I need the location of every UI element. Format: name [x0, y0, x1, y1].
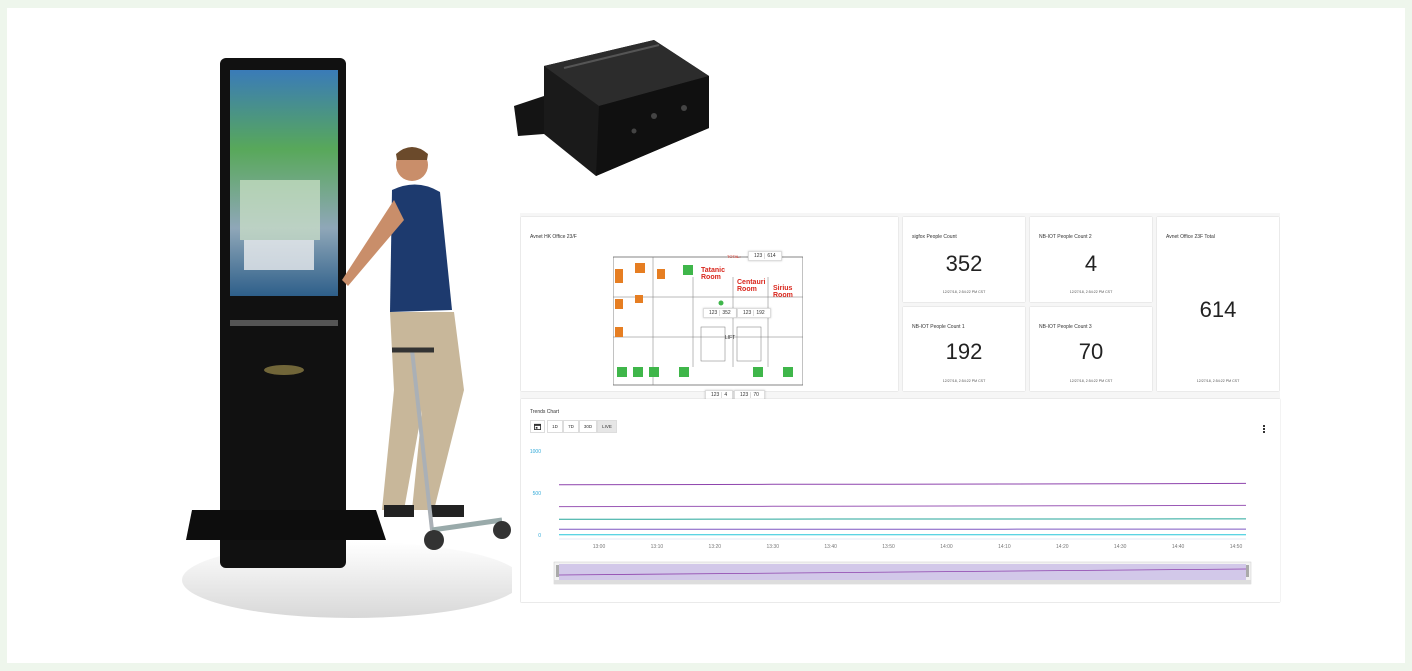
x-tick-label: 13:20 — [709, 544, 722, 550]
x-tick-label: 13:30 — [766, 544, 779, 550]
tile-value: 4 — [1084, 251, 1098, 276]
y-tick-label: 500 — [533, 491, 542, 497]
chip-value: 70 — [750, 392, 761, 398]
sensor-device-photo — [504, 36, 712, 202]
total-count-chip: 123 614 — [748, 251, 782, 261]
series-line-2 — [558, 504, 1247, 508]
range-toolbar: 1D 7D 30D LIVE — [530, 420, 640, 433]
kiosk-photo — [182, 58, 512, 618]
total-label: TOTAL: — [727, 254, 741, 259]
navigator-right-handle[interactable] — [1246, 565, 1249, 577]
range-1d-button[interactable]: 1D — [547, 420, 563, 433]
tile-nbiot-count-1: NB-IOT People Count 1 192 12/27/18, 2:54… — [903, 307, 1025, 391]
tile-title: Avnet Office 23F Total — [1166, 234, 1215, 240]
range-live-button[interactable]: LIVE — [597, 420, 617, 433]
floor-plan-card: Avnet HK Office 23/F LIFT Tatanic Room C… — [521, 217, 898, 400]
room-label-tatanic: Tatanic Room — [701, 267, 725, 281]
tile-title: NB-IOT People Count 3 — [1039, 324, 1092, 330]
more-vert-icon[interactable] — [1262, 425, 1266, 434]
x-tick-label: 14:30 — [1114, 544, 1127, 550]
chip-label: 123 — [711, 392, 720, 398]
calendar-button[interactable] — [530, 420, 545, 433]
x-tick-label: 13:10 — [651, 544, 664, 550]
x-tick-label: 14:50 — [1230, 544, 1243, 550]
trends-chart-card: Trends Chart 1D 7D 30D LIVE 0 500 1000 13:0… — [521, 399, 1280, 602]
chip-value: 192 — [753, 310, 766, 316]
tile-nbiot-count-2: NB-IOT People Count 2 4 12/27/18, 2:54:2… — [1030, 217, 1152, 302]
tile-sigfox-count: sigfox People Count 352 12/27/18, 2:54:2… — [903, 217, 1025, 302]
count-chip-left: 123 352 — [703, 308, 737, 318]
y-tick-label: 1000 — [530, 449, 541, 455]
navigator-left-handle[interactable] — [556, 565, 559, 577]
iot-dashboard: Avnet HK Office 23/F LIFT Tatanic Room C… — [520, 213, 1280, 603]
range-7d-button[interactable]: 7D — [563, 420, 579, 433]
tile-value: 70 — [1078, 339, 1104, 364]
range-30d-button[interactable]: 30D — [579, 420, 597, 433]
chip-label: 123 — [740, 392, 749, 398]
chip-value: 352 — [719, 310, 732, 316]
tile-timestamp: 12/27/18, 2:54:22 PM CST — [1069, 379, 1113, 383]
tile-title: NB-IOT People Count 2 — [1039, 234, 1092, 240]
chip-label: 123 — [743, 310, 752, 316]
room-label-centauri: Centauri Room — [737, 279, 766, 293]
navigator-scrollbar[interactable] — [554, 580, 1251, 584]
chip-label: 123 — [754, 253, 763, 259]
tile-timestamp: 12/27/18, 2:54:22 PM CST — [1196, 379, 1240, 383]
lift-label: LIFT — [725, 335, 735, 341]
room-label-sirius: Sirius Room — [773, 285, 793, 299]
x-tick-label: 14:20 — [1056, 544, 1069, 550]
x-tick-label: 14:00 — [940, 544, 953, 550]
calendar-icon — [534, 423, 541, 430]
tile-timestamp: 12/27/18, 2:54:22 PM CST — [1069, 290, 1113, 294]
trends-title: Trends Chart — [530, 409, 559, 415]
tile-timestamp: 12/27/18, 2:54:22 PM CST — [942, 290, 986, 294]
chip-value: 614 — [764, 253, 777, 259]
trends-line-chart: 0 500 1000 13:00 13:10 13:20 13:30 13:40 13:50 14… — [530, 449, 1252, 585]
floor-plan-title: Avnet HK Office 23/F — [530, 234, 577, 240]
chip-label: 123 — [709, 310, 718, 316]
tile-office-total: Avnet Office 23F Total 614 12/27/18, 2:5… — [1157, 217, 1279, 391]
tile-title: sigfox People Count — [912, 234, 957, 240]
tile-value: 192 — [945, 339, 983, 364]
count-chip-right: 123 192 — [737, 308, 771, 318]
chip-value: 4 — [721, 392, 729, 398]
tile-value: 352 — [945, 251, 983, 276]
x-tick-label: 13:50 — [882, 544, 895, 550]
x-tick-label: 14:40 — [1172, 544, 1185, 550]
tile-nbiot-count-3: NB-IOT People Count 3 70 12/27/18, 2:54:… — [1030, 307, 1152, 391]
tile-value: 614 — [1199, 297, 1237, 322]
y-tick-label: 0 — [538, 533, 541, 539]
tile-timestamp: 12/27/18, 2:54:22 PM CST — [942, 379, 986, 383]
tile-title: NB-IOT People Count 1 — [912, 324, 965, 330]
series-line-1 — [558, 482, 1247, 486]
x-tick-label: 13:00 — [593, 544, 606, 550]
x-tick-label: 14:10 — [998, 544, 1011, 550]
x-tick-label: 13:40 — [824, 544, 837, 550]
